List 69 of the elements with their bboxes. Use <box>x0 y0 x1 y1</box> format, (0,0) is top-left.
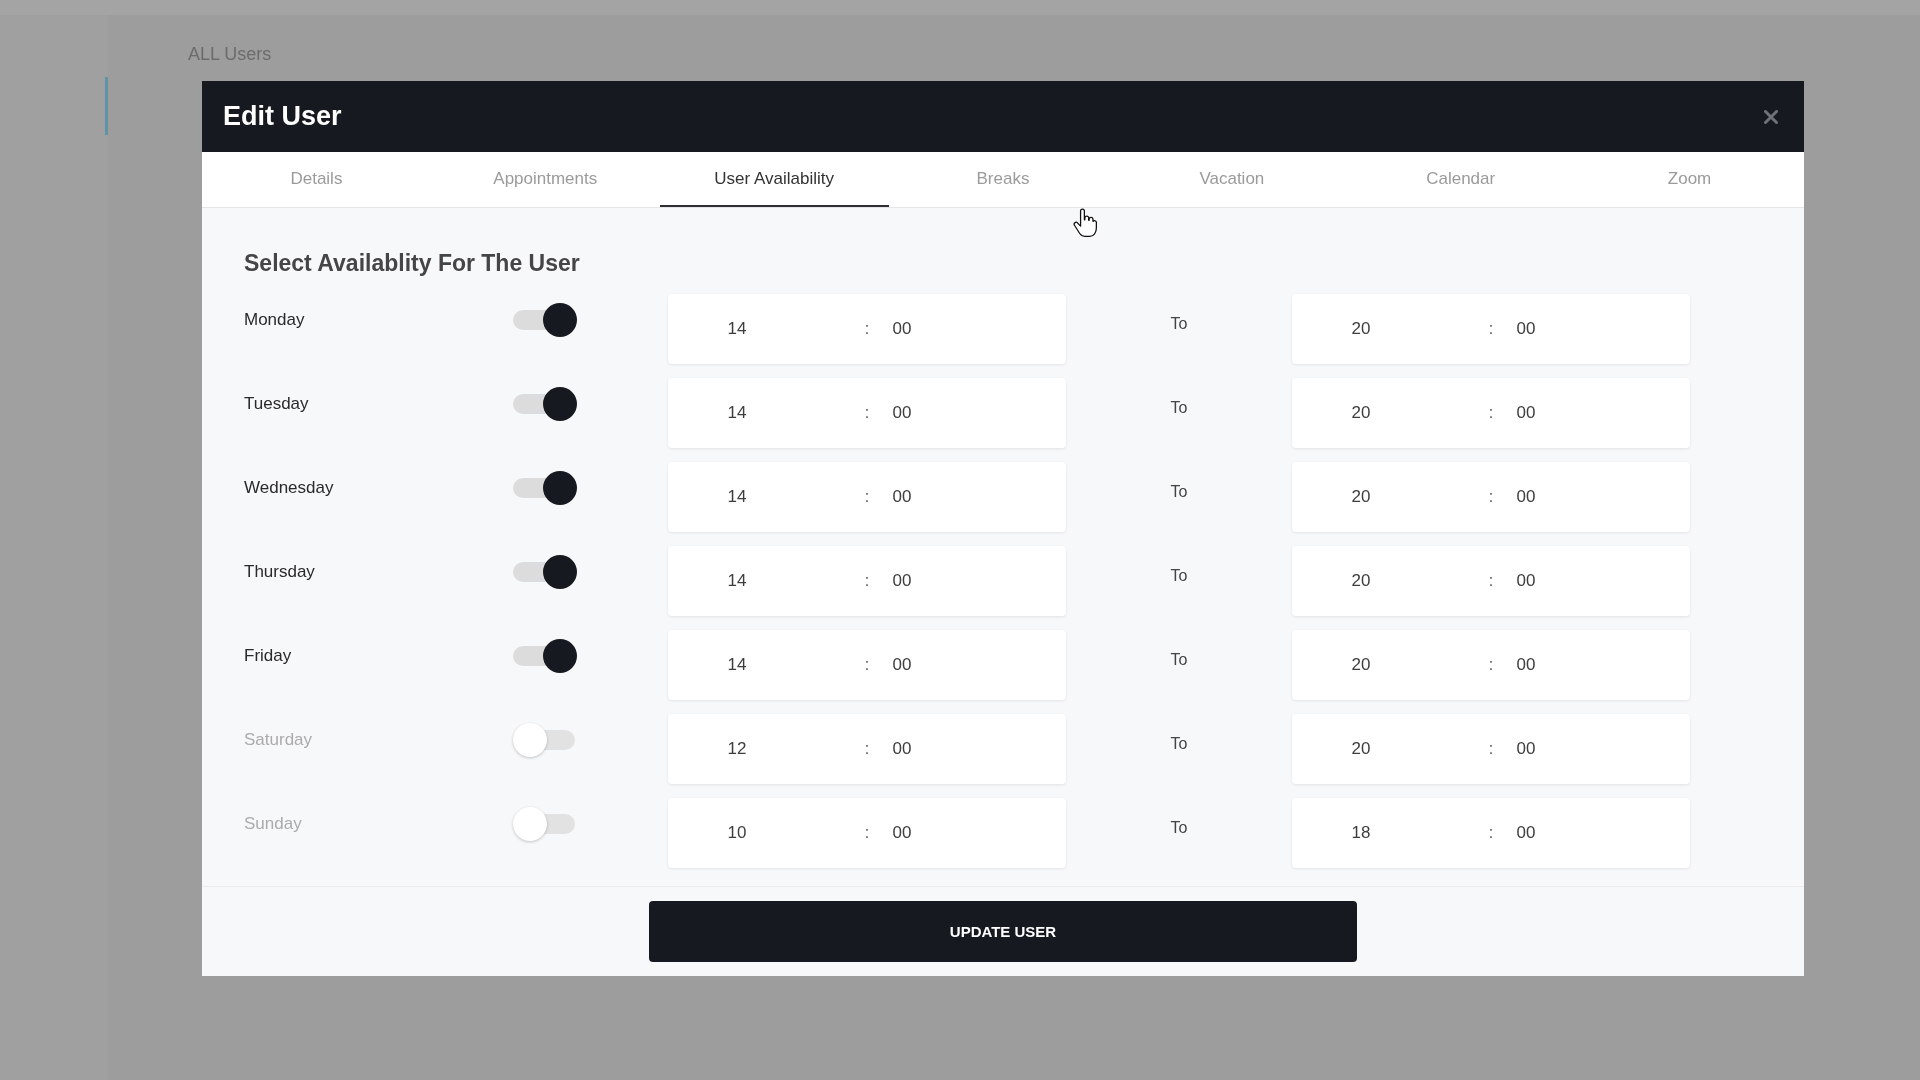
to-label: To <box>1170 818 1188 838</box>
time-separator: : <box>1488 824 1494 842</box>
minute-input[interactable]: 00 <box>878 571 926 591</box>
update-user-button[interactable]: UPDATE USER <box>649 901 1357 962</box>
hour-input[interactable]: 18 <box>1332 823 1390 843</box>
hour-input[interactable]: 12 <box>708 739 766 759</box>
day-label: Tuesday <box>244 394 309 414</box>
toggle-switch[interactable] <box>513 303 577 337</box>
to-label: To <box>1170 650 1188 670</box>
toggle-switch[interactable] <box>513 807 577 841</box>
time-separator: : <box>1488 404 1494 422</box>
toggle-switch[interactable] <box>513 723 577 757</box>
time-separator: : <box>864 656 870 674</box>
close-icon <box>1764 109 1778 124</box>
hour-input[interactable]: 20 <box>1332 403 1390 423</box>
section-heading: Select Availablity For The User <box>244 249 581 278</box>
toggle-switch[interactable] <box>513 555 577 589</box>
toggle-switch[interactable] <box>513 471 577 505</box>
time-separator: : <box>864 824 870 842</box>
active-indicator <box>105 77 108 135</box>
day-label: Monday <box>244 310 305 330</box>
dialog-title: Edit User <box>223 101 342 132</box>
minute-input[interactable]: 00 <box>1502 403 1550 423</box>
hour-input[interactable]: 14 <box>708 487 766 507</box>
minute-input[interactable]: 00 <box>878 319 926 339</box>
minute-input[interactable]: 00 <box>1502 571 1550 591</box>
minute-input[interactable]: 00 <box>1502 487 1550 507</box>
time-separator: : <box>1488 656 1494 674</box>
minute-input[interactable]: 00 <box>878 823 926 843</box>
time-separator: : <box>1488 740 1494 758</box>
time-separator: : <box>864 488 870 506</box>
minute-input[interactable]: 00 <box>1502 319 1550 339</box>
hour-input[interactable]: 10 <box>708 823 766 843</box>
day-label: Saturday <box>244 730 313 750</box>
day-label: Thursday <box>244 562 315 582</box>
minute-input[interactable]: 00 <box>1502 655 1550 675</box>
minute-input[interactable]: 00 <box>878 655 926 675</box>
time-separator: : <box>864 572 870 590</box>
hour-input[interactable]: 14 <box>708 571 766 591</box>
hour-input[interactable]: 20 <box>1332 739 1390 759</box>
hour-input[interactable]: 14 <box>708 655 766 675</box>
to-label: To <box>1170 398 1188 418</box>
day-label: Wednesday <box>244 478 334 498</box>
day-label: Friday <box>244 646 292 666</box>
hour-input[interactable]: 14 <box>708 403 766 423</box>
minute-input[interactable]: 00 <box>1502 739 1550 759</box>
time-separator: : <box>1488 572 1494 590</box>
day-label: Sunday <box>244 814 302 834</box>
hour-input[interactable]: 20 <box>1332 319 1390 339</box>
to-label: To <box>1170 482 1188 502</box>
to-label: To <box>1170 566 1188 586</box>
minute-input[interactable]: 00 <box>878 403 926 423</box>
time-separator: : <box>864 404 870 422</box>
hour-input[interactable]: 20 <box>1332 487 1390 507</box>
toggle-switch[interactable] <box>513 639 577 673</box>
tab[interactable]: User Availability <box>659 152 889 207</box>
time-separator: : <box>1488 488 1494 506</box>
minute-input[interactable]: 00 <box>1502 823 1550 843</box>
hour-input[interactable]: 20 <box>1332 571 1390 591</box>
time-separator: : <box>864 320 870 338</box>
minute-input[interactable]: 00 <box>878 739 926 759</box>
to-label: To <box>1170 314 1188 334</box>
toggle-switch[interactable] <box>513 387 577 421</box>
hour-input[interactable]: 20 <box>1332 655 1390 675</box>
minute-input[interactable]: 00 <box>878 487 926 507</box>
time-separator: : <box>1488 320 1494 338</box>
hour-input[interactable]: 14 <box>708 319 766 339</box>
time-separator: : <box>864 740 870 758</box>
to-label: To <box>1170 734 1188 754</box>
